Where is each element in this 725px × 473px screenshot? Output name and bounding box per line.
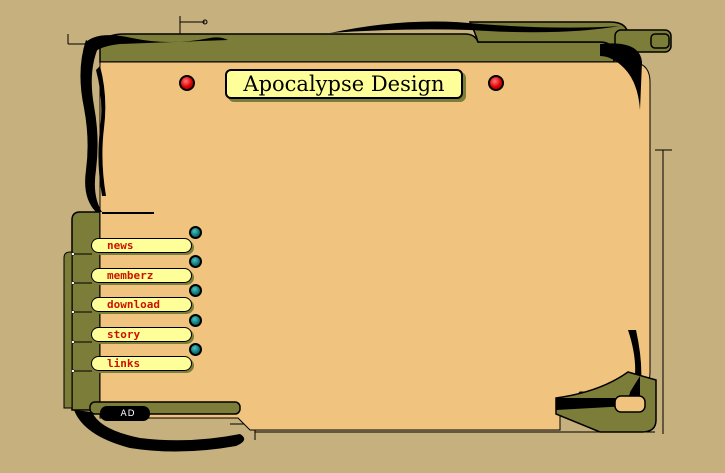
right-red-indicator-icon <box>488 75 504 91</box>
site-title: Apocalypse Design <box>225 69 463 99</box>
links-bullet-icon <box>189 343 202 356</box>
nav-item-download[interactable]: download <box>91 297 192 312</box>
story-bullet-icon <box>189 314 202 327</box>
left-red-indicator-icon <box>179 75 195 91</box>
nav-item-news[interactable]: news <box>91 238 192 253</box>
page: Apocalypse Design news memberz download … <box>0 0 725 473</box>
nav-item-memberz[interactable]: memberz <box>91 268 192 283</box>
ad-logo: AD <box>120 409 136 419</box>
memberz-bullet-icon <box>189 255 202 268</box>
download-bullet-icon <box>189 284 202 297</box>
nav-item-links[interactable]: links <box>91 356 192 371</box>
news-bullet-icon <box>189 226 202 239</box>
nav-item-story[interactable]: story <box>91 327 192 342</box>
